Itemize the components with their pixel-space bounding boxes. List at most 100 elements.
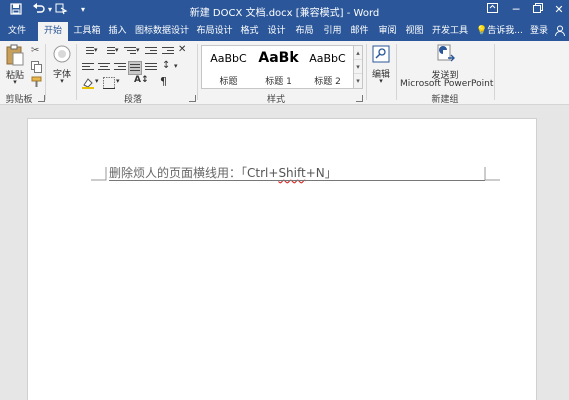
group-divider <box>76 44 77 100</box>
bullets-icon[interactable] <box>82 47 94 57</box>
document-text-main: 删除烦人的页面横线用： <box>109 166 242 180</box>
tab-icon-data-design[interactable]: 图标数据设计 <box>133 22 191 41</box>
style-name: 标题 <box>219 77 238 87</box>
title-bar: ▾ ▾ 新建 DOCX 文档.docx [兼容模式] - Word ─ ✕ <box>0 0 569 22</box>
distributed-icon[interactable] <box>145 63 157 73</box>
send-to-label-line2: Microsoft PowerPoint <box>400 79 494 89</box>
style-heading[interactable]: AaBbC 标题 <box>204 46 253 88</box>
align-center-icon[interactable] <box>98 63 110 73</box>
paste-icon <box>6 44 24 66</box>
styles-group-label: 样式 <box>266 95 285 105</box>
styles-launcher-icon[interactable] <box>356 95 363 102</box>
style-sample: AaBbC <box>309 52 346 65</box>
align-right-icon[interactable] <box>114 63 126 73</box>
numbering-dropdown-icon[interactable]: ▾ <box>115 46 119 54</box>
group-divider <box>494 44 495 100</box>
tab-layout[interactable]: 布局 <box>292 22 317 41</box>
style-heading-1[interactable]: AaBk 标题 1 <box>254 46 303 88</box>
line-spacing-icon[interactable]: ↕ <box>162 60 170 71</box>
tab-review[interactable]: 审阅 <box>375 22 400 41</box>
sort-icon[interactable]: A↕ <box>134 75 149 85</box>
tab-format[interactable]: 格式 <box>237 22 262 41</box>
bracket-close: 」 <box>324 166 337 180</box>
font-dropdown-icon[interactable]: ▾ <box>49 77 75 85</box>
style-heading-2[interactable]: AaBbC 标题 2 <box>303 46 352 88</box>
lightbulb-icon: 💡 <box>476 26 488 36</box>
document-text[interactable]: 删除烦人的页面横线用：「Ctrl+Shift+N」 <box>109 164 337 181</box>
paste-dropdown-icon[interactable]: ▾ <box>4 78 26 86</box>
increase-indent-icon[interactable] <box>162 47 174 57</box>
styles-gallery: AaBbC 标题 AaBk 标题 1 AaBbC 标题 2 <box>201 45 354 89</box>
borders-dropdown-icon[interactable]: ▾ <box>116 77 120 85</box>
editing-button[interactable] <box>371 45 391 65</box>
document-page[interactable]: 删除烦人的页面横线用：「Ctrl+Shift+N」 <box>27 118 537 400</box>
tab-view[interactable]: 视图 <box>402 22 427 41</box>
editing-dropdown-icon[interactable]: ▾ <box>369 77 393 85</box>
decrease-indent-icon[interactable] <box>145 47 157 57</box>
ribbon-tabs: 文件 开始 工具箱 插入 图标数据设计 布局设计 格式 设计 布局 引用 邮件 … <box>0 22 569 41</box>
tab-layout-design[interactable]: 布局设计 <box>193 22 236 41</box>
style-sample: AaBbC <box>210 52 247 65</box>
login-button[interactable]: 登录 <box>530 22 548 41</box>
tab-file[interactable]: 文件 <box>2 22 32 41</box>
line-spacing-dropdown-icon[interactable]: ▾ <box>174 62 178 70</box>
bullets-dropdown-icon[interactable]: ▾ <box>94 46 98 54</box>
cut-icon[interactable]: ✂ <box>31 45 43 57</box>
chinese-layout-icon[interactable]: ✕ <box>178 44 186 55</box>
style-sample: AaBk <box>258 50 299 66</box>
group-divider <box>366 44 367 100</box>
styles-gallery-scroll: ▴ ▾ ▾ <box>354 45 363 89</box>
tab-mailings[interactable]: 邮件 <box>347 22 372 41</box>
shortcut-ctrl: Ctrl+ <box>247 166 279 180</box>
new-group-label: 新建组 <box>431 95 459 105</box>
clipboard-launcher-icon[interactable] <box>38 95 45 102</box>
style-name: 标题 2 <box>314 77 341 87</box>
document-canvas: 删除烦人的页面横线用：「Ctrl+Shift+N」 <box>0 105 569 400</box>
crop-mark-top-left <box>91 167 107 181</box>
gallery-down-icon[interactable]: ▾ <box>354 60 362 74</box>
tell-me-label: 告诉我... <box>487 26 523 36</box>
tab-design[interactable]: 设计 <box>264 22 289 41</box>
tab-references[interactable]: 引用 <box>320 22 345 41</box>
multilevel-list-icon[interactable] <box>124 47 136 57</box>
tab-developer[interactable]: 开发工具 <box>429 22 471 41</box>
format-painter-icon[interactable] <box>31 76 43 88</box>
close-icon[interactable]: ✕ <box>550 2 568 18</box>
powerpoint-icon <box>437 44 455 62</box>
tab-home[interactable]: 开始 <box>38 22 68 41</box>
shortcut-n: +N <box>305 166 325 180</box>
tab-toolbox[interactable]: 工具箱 <box>70 22 104 41</box>
shading-dropdown-icon[interactable]: ▾ <box>95 77 99 85</box>
search-icon <box>372 45 390 63</box>
share-icon[interactable] <box>555 22 565 41</box>
show-marks-icon[interactable]: ¶ <box>160 75 167 88</box>
shading-icon[interactable] <box>82 77 94 89</box>
paragraph-launcher-icon[interactable] <box>189 95 196 102</box>
style-name: 标题 1 <box>265 77 292 87</box>
gallery-more-icon[interactable]: ▾ <box>354 74 362 88</box>
align-left-icon[interactable] <box>82 63 94 73</box>
multilevel-dropdown-icon[interactable]: ▾ <box>136 46 140 54</box>
send-to-powerpoint-button[interactable] <box>433 44 457 66</box>
tab-insert[interactable]: 插入 <box>105 22 130 41</box>
restore-icon[interactable] <box>529 2 547 18</box>
minimize-icon[interactable]: ─ <box>507 2 525 18</box>
copy-icon[interactable] <box>31 61 43 73</box>
borders-icon[interactable] <box>103 77 115 89</box>
group-divider <box>396 44 397 100</box>
gallery-up-icon[interactable]: ▴ <box>354 46 362 60</box>
tell-me-search[interactable]: 💡告诉我... <box>476 22 523 41</box>
ribbon: 粘贴 ▾ ✂ 剪贴板 字体 ▾ ▾ ▾ ▾ ✕ ↕ ▾ ▾ ▾ A↕ ¶ 段落 <box>0 41 569 105</box>
paragraph-group-label: 段落 <box>123 95 142 105</box>
group-divider <box>197 44 198 100</box>
font-button[interactable] <box>51 44 73 66</box>
numbering-icon[interactable] <box>103 47 115 57</box>
group-divider <box>45 44 46 100</box>
shortcut-shift: Shift <box>278 166 306 180</box>
ribbon-display-icon[interactable] <box>483 2 501 18</box>
justify-icon[interactable] <box>128 61 142 75</box>
crop-mark-top-right <box>484 167 500 181</box>
header-horizontal-line <box>109 180 485 181</box>
font-icon <box>53 45 71 63</box>
clipboard-group-label: 剪贴板 <box>5 95 33 105</box>
